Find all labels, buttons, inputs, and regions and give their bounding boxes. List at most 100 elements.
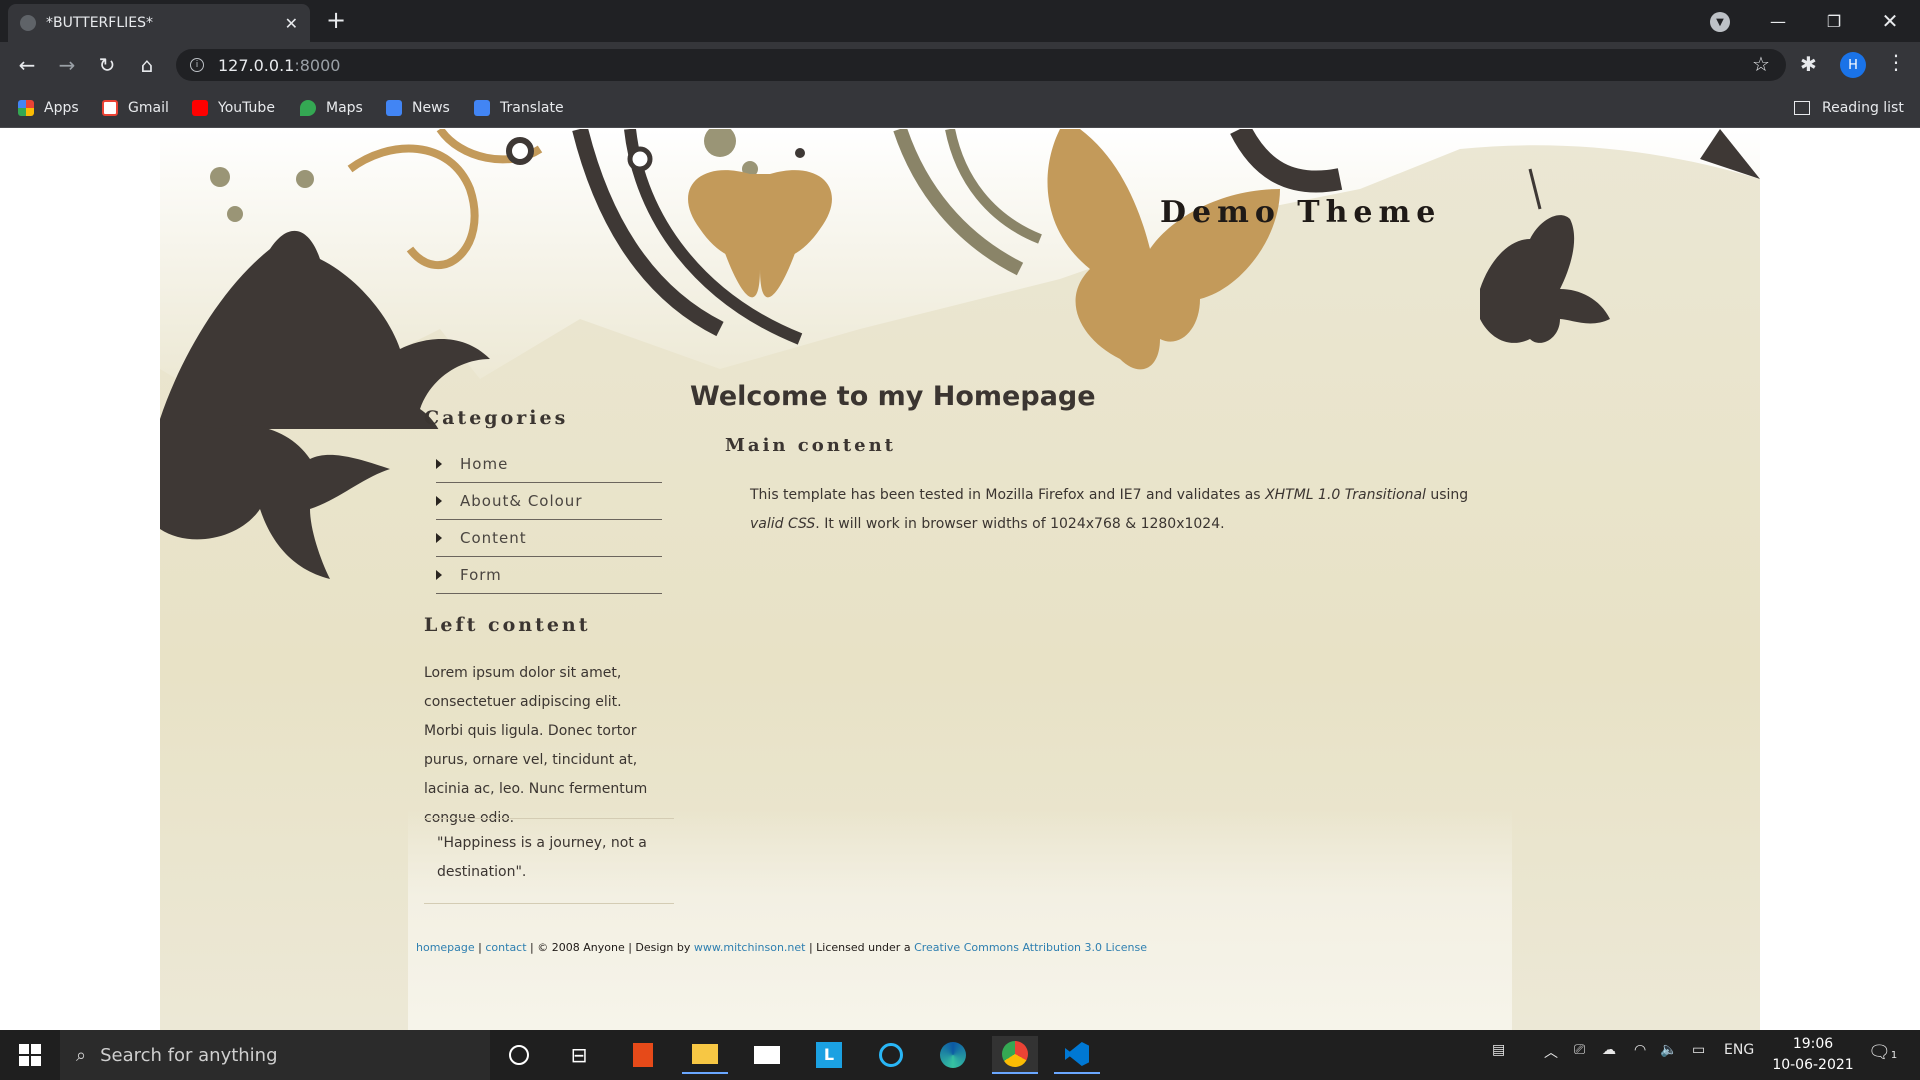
- restore-icon[interactable]: ❐: [1806, 0, 1862, 42]
- category-menu: Home About& Colour Content Form: [436, 446, 662, 594]
- reload-icon[interactable]: ↻: [92, 50, 122, 80]
- windows-logo-icon: [19, 1044, 41, 1066]
- reading-list-label: Reading list: [1822, 100, 1904, 116]
- xhtml-link-text: XHTML 1.0 Transitional: [1265, 487, 1426, 503]
- menu-item-label: About& Colour: [460, 492, 583, 510]
- youtube-icon: [192, 100, 208, 116]
- notification-center-icon[interactable]: 🗨1: [1868, 1042, 1897, 1063]
- bookmark-label: Apps: [44, 100, 79, 116]
- onedrive-icon[interactable]: ☁: [1602, 1042, 1616, 1058]
- close-window-icon[interactable]: ✕: [1862, 0, 1918, 42]
- new-tab-button[interactable]: +: [326, 8, 346, 32]
- bookmark-maps[interactable]: Maps: [300, 96, 363, 120]
- menu-item-home[interactable]: Home: [436, 446, 662, 483]
- footer-homepage-link[interactable]: homepage: [416, 941, 475, 954]
- menu-item-content[interactable]: Content: [436, 520, 662, 557]
- back-icon[interactable]: ←: [12, 50, 42, 80]
- menu-item-form[interactable]: Form: [436, 557, 662, 594]
- bookmark-label: Translate: [500, 100, 564, 116]
- main-text-part: using: [1425, 487, 1469, 503]
- volume-icon[interactable]: 🔈: [1660, 1042, 1677, 1058]
- main-text-part: . It will work in browser widths of 1024…: [815, 516, 1225, 532]
- translate-icon: [474, 100, 490, 116]
- page-title: Welcome to my Homepage: [690, 381, 1096, 412]
- app-l-icon[interactable]: L: [806, 1036, 852, 1074]
- forward-icon[interactable]: →: [52, 50, 82, 80]
- tab-title: *BUTTERFLIES*: [46, 15, 153, 31]
- bookmark-star-icon[interactable]: ☆: [1752, 52, 1770, 76]
- bookmark-label: YouTube: [218, 100, 275, 116]
- bookmark-label: Maps: [326, 100, 363, 116]
- windows-start-button[interactable]: [0, 1030, 60, 1080]
- extensions-icon[interactable]: ✱: [1800, 52, 1817, 76]
- office-icon[interactable]: [620, 1036, 666, 1074]
- bookmark-translate[interactable]: Translate: [474, 96, 564, 120]
- menu-item-label: Form: [460, 566, 502, 584]
- vscode-icon[interactable]: [1054, 1036, 1100, 1074]
- language-indicator[interactable]: ENG: [1724, 1042, 1754, 1058]
- bookmark-youtube[interactable]: YouTube: [192, 96, 275, 120]
- site-title: Demo Theme: [1160, 195, 1442, 230]
- categories-heading: Categories: [424, 407, 569, 429]
- footer-design-link[interactable]: www.mitchinson.net: [694, 941, 806, 954]
- page-viewport: Demo Theme Categories Home About& Colour…: [0, 129, 1920, 1030]
- reading-list-button[interactable]: Reading list: [1794, 96, 1904, 120]
- menu-kebab-icon[interactable]: ⋮: [1886, 50, 1906, 74]
- system-clock[interactable]: 19:06 10-06-2021: [1768, 1034, 1858, 1076]
- maps-pin-icon: [300, 100, 316, 116]
- file-explorer-icon[interactable]: [682, 1036, 728, 1074]
- footer-license-link[interactable]: Creative Commons Attribution 3.0 License: [914, 941, 1147, 954]
- meet-icon[interactable]: ⎚: [1574, 1042, 1585, 1058]
- divider: [424, 818, 674, 819]
- butterfly-left-graphic: [160, 419, 390, 579]
- news-icon: [386, 100, 402, 116]
- arrow-right-icon: [436, 496, 442, 506]
- site-info-icon[interactable]: i: [190, 58, 204, 72]
- address-bar[interactable]: i 127.0.0.1:8000: [176, 49, 1786, 81]
- search-placeholder: Search for anything: [100, 1044, 278, 1066]
- main-content-text: This template has been tested in Mozilla…: [750, 481, 1470, 539]
- battery-icon[interactable]: ▭: [1692, 1042, 1705, 1058]
- task-view-icon[interactable]: ⊟: [556, 1036, 602, 1074]
- cortana-icon[interactable]: [496, 1036, 542, 1074]
- notification-count: 1: [1890, 1050, 1898, 1061]
- bookmarks-bar: [0, 88, 1920, 128]
- url-port: :8000: [294, 55, 341, 75]
- bookmark-gmail[interactable]: Gmail: [102, 96, 169, 120]
- left-content-text: Lorem ipsum dolor sit amet, consectetuer…: [424, 665, 648, 826]
- globe-icon: [20, 15, 36, 31]
- bookmark-apps[interactable]: Apps: [18, 96, 79, 120]
- mail-icon[interactable]: [744, 1036, 790, 1074]
- profile-avatar[interactable]: H: [1840, 52, 1866, 78]
- wifi-icon[interactable]: ◠: [1634, 1042, 1646, 1058]
- footer-contact-link[interactable]: contact: [485, 941, 526, 954]
- menu-item-label: Content: [460, 529, 527, 547]
- browser-tab[interactable]: *BUTTERFLIES* ✕: [8, 4, 310, 42]
- arrow-right-icon: [436, 533, 442, 543]
- footer-separator: |: [474, 941, 486, 954]
- main-text-part: This template has been tested in Mozilla…: [750, 487, 1266, 503]
- bookmark-label: News: [412, 100, 450, 116]
- site-container: Demo Theme Categories Home About& Colour…: [160, 129, 1760, 1030]
- close-tab-icon[interactable]: ✕: [285, 14, 298, 33]
- menu-item-label: Home: [460, 455, 509, 473]
- menu-item-about[interactable]: About& Colour: [436, 483, 662, 520]
- tab-search-icon[interactable]: ▼: [1710, 12, 1730, 32]
- site-footer: homepage | contact | © 2008 Anyone | Des…: [416, 941, 1147, 954]
- gmail-icon: [102, 100, 118, 116]
- cortana-ring-icon[interactable]: [868, 1036, 914, 1074]
- url-host: 127.0.0.1: [218, 55, 295, 75]
- chrome-icon[interactable]: [992, 1036, 1038, 1074]
- minimize-icon[interactable]: —: [1750, 0, 1806, 42]
- edge-icon[interactable]: [930, 1036, 976, 1074]
- reading-list-icon: [1794, 101, 1810, 115]
- bookmark-news[interactable]: News: [386, 96, 450, 120]
- taskbar-search[interactable]: ⌕ Search for anything: [60, 1030, 490, 1080]
- show-hidden-icons-icon[interactable]: ︿: [1544, 1042, 1558, 1062]
- home-icon[interactable]: ⌂: [132, 50, 162, 80]
- arrow-right-icon: [436, 459, 442, 469]
- apps-grid-icon: [18, 100, 34, 116]
- divider: [424, 903, 674, 904]
- valid-css-link-text: valid CSS: [750, 516, 816, 532]
- news-widget-icon[interactable]: ▤: [1492, 1042, 1505, 1058]
